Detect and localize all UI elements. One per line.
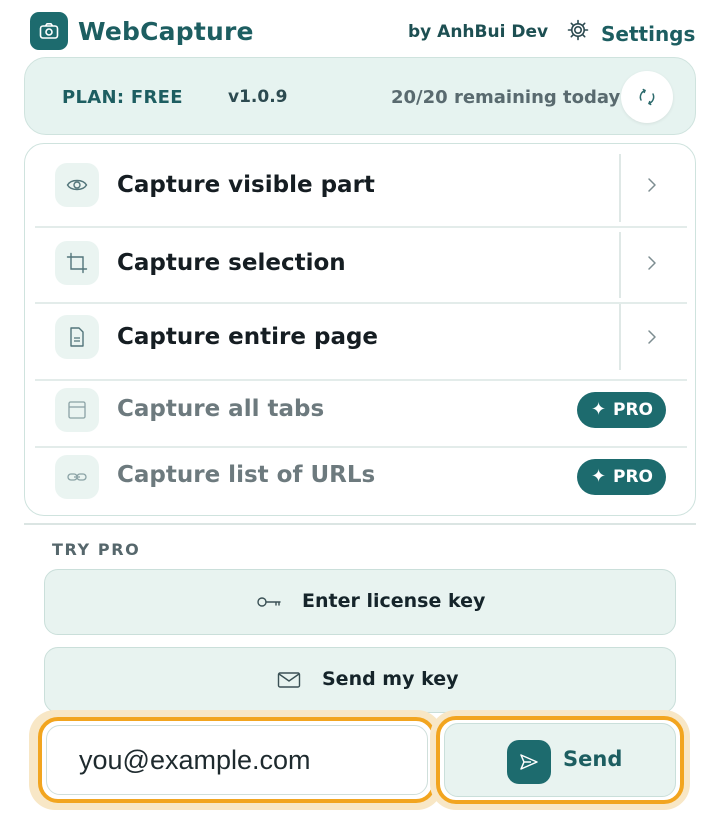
author-credit: by AnhBui Dev	[408, 22, 549, 42]
mail-icon	[277, 672, 301, 688]
crop-icon	[55, 241, 99, 285]
send-icon	[507, 740, 551, 784]
option-label: Capture all tabs	[117, 396, 325, 422]
send-key-button-label: Send my key	[322, 668, 459, 690]
chevron-right-icon	[648, 178, 656, 192]
pro-badge: ✦ PRO	[577, 459, 666, 495]
refresh-icon	[639, 88, 655, 106]
option-label: Capture list of URLs	[117, 462, 376, 488]
divider	[619, 232, 621, 298]
enter-license-key-button[interactable]: Enter license key	[44, 569, 676, 635]
capture-all-tabs-option[interactable]: Capture all tabs ✦ PRO	[35, 381, 687, 445]
plan-label: PLAN: FREE	[62, 87, 183, 108]
email-field[interactable]	[46, 725, 428, 795]
email-field-wrapper	[38, 717, 436, 803]
remaining-quota: 20/20 remaining today	[391, 87, 621, 108]
pro-badge: ✦ PRO	[577, 392, 666, 428]
capture-entire-page-option[interactable]: Capture entire page	[35, 304, 687, 378]
browser-window-icon	[55, 388, 99, 432]
settings-label: Settings	[601, 22, 696, 46]
gear-icon	[567, 19, 589, 41]
send-button-label: Send	[563, 747, 623, 771]
send-my-key-button[interactable]: Send my key	[44, 647, 676, 713]
sparkle-icon: ✦	[591, 399, 607, 420]
camera-icon	[30, 12, 68, 50]
eye-icon	[55, 163, 99, 207]
try-pro-heading: TRY PRO	[52, 540, 141, 559]
capture-list-of-urls-option[interactable]: Capture list of URLs ✦ PRO	[35, 448, 687, 512]
header: WebCapture by AnhBui Dev Settings	[28, 10, 696, 54]
document-icon	[55, 315, 99, 359]
plan-status-bar: PLAN: FREE v1.0.9 20/20 remaining today	[24, 57, 696, 135]
section-divider	[24, 523, 696, 525]
pro-badge-text: PRO	[613, 400, 654, 420]
link-icon	[55, 455, 99, 499]
version-label: v1.0.9	[228, 87, 288, 107]
pro-badge-text: PRO	[613, 467, 654, 487]
chevron-right-icon	[648, 330, 656, 344]
send-button-wrapper: Send	[436, 716, 684, 804]
capture-selection-option[interactable]: Capture selection	[35, 228, 687, 302]
refresh-button[interactable]	[621, 71, 673, 123]
app-title: WebCapture	[78, 17, 254, 46]
send-button[interactable]: Send	[444, 723, 676, 797]
divider	[619, 304, 621, 370]
option-label: Capture selection	[117, 250, 346, 276]
capture-visible-part-option[interactable]: Capture visible part	[35, 146, 687, 224]
option-label: Capture visible part	[117, 172, 375, 198]
divider	[619, 154, 621, 222]
key-icon	[257, 597, 281, 607]
sparkle-icon: ✦	[591, 466, 607, 487]
chevron-right-icon	[648, 256, 656, 270]
capture-options-card: Capture visible part Capture selection C…	[24, 143, 696, 516]
license-button-label: Enter license key	[302, 590, 486, 612]
option-label: Capture entire page	[117, 324, 379, 350]
